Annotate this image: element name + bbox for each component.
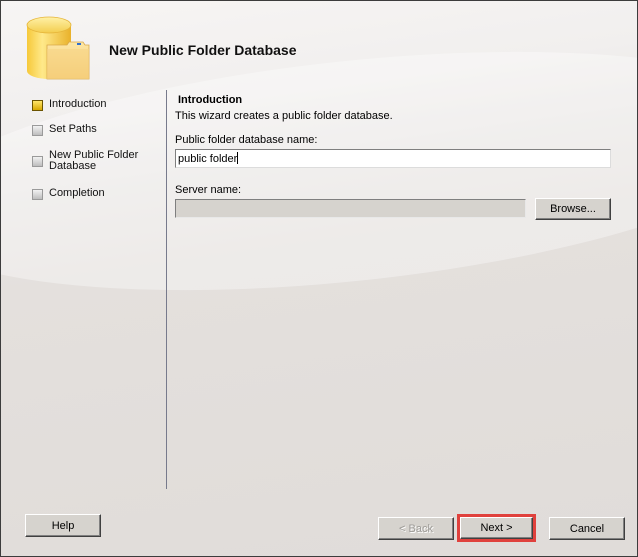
text-caret bbox=[237, 152, 239, 164]
step-label: Set Paths bbox=[49, 123, 97, 135]
database-name-label: Public folder database name: bbox=[175, 134, 318, 146]
step-pending-indicator-icon bbox=[32, 156, 43, 167]
step-pending-indicator-icon bbox=[32, 189, 43, 200]
step-label-line2: Database bbox=[49, 160, 97, 172]
server-name-label: Server name: bbox=[175, 184, 242, 196]
database-name-input[interactable]: public folder bbox=[175, 149, 611, 168]
help-button[interactable]: Help bbox=[25, 514, 101, 537]
browse-button[interactable]: Browse... bbox=[535, 198, 611, 220]
step-completion: Completion bbox=[32, 188, 105, 200]
step-active-indicator-icon bbox=[32, 100, 43, 111]
panel-divider bbox=[166, 90, 167, 489]
step-label: Introduction bbox=[49, 98, 107, 110]
wizard-window: New Public Folder Database Introduction … bbox=[0, 0, 638, 557]
wizard-title: New Public Folder Database bbox=[109, 42, 297, 58]
server-name-input bbox=[175, 199, 526, 218]
step-new-public-folder-database: New Public Folder Database bbox=[32, 150, 138, 172]
next-button[interactable]: Next > bbox=[457, 514, 536, 542]
step-introduction: Introduction bbox=[32, 99, 106, 111]
step-label: Completion bbox=[49, 187, 105, 199]
section-description: This wizard creates a public folder data… bbox=[175, 110, 393, 122]
database-folder-icon bbox=[26, 16, 90, 80]
back-button[interactable]: < Back bbox=[378, 517, 454, 540]
step-set-paths: Set Paths bbox=[32, 124, 97, 136]
database-name-value: public folder bbox=[178, 153, 238, 165]
section-title: Introduction bbox=[178, 94, 243, 106]
step-pending-indicator-icon bbox=[32, 125, 43, 136]
cancel-button[interactable]: Cancel bbox=[549, 517, 625, 540]
